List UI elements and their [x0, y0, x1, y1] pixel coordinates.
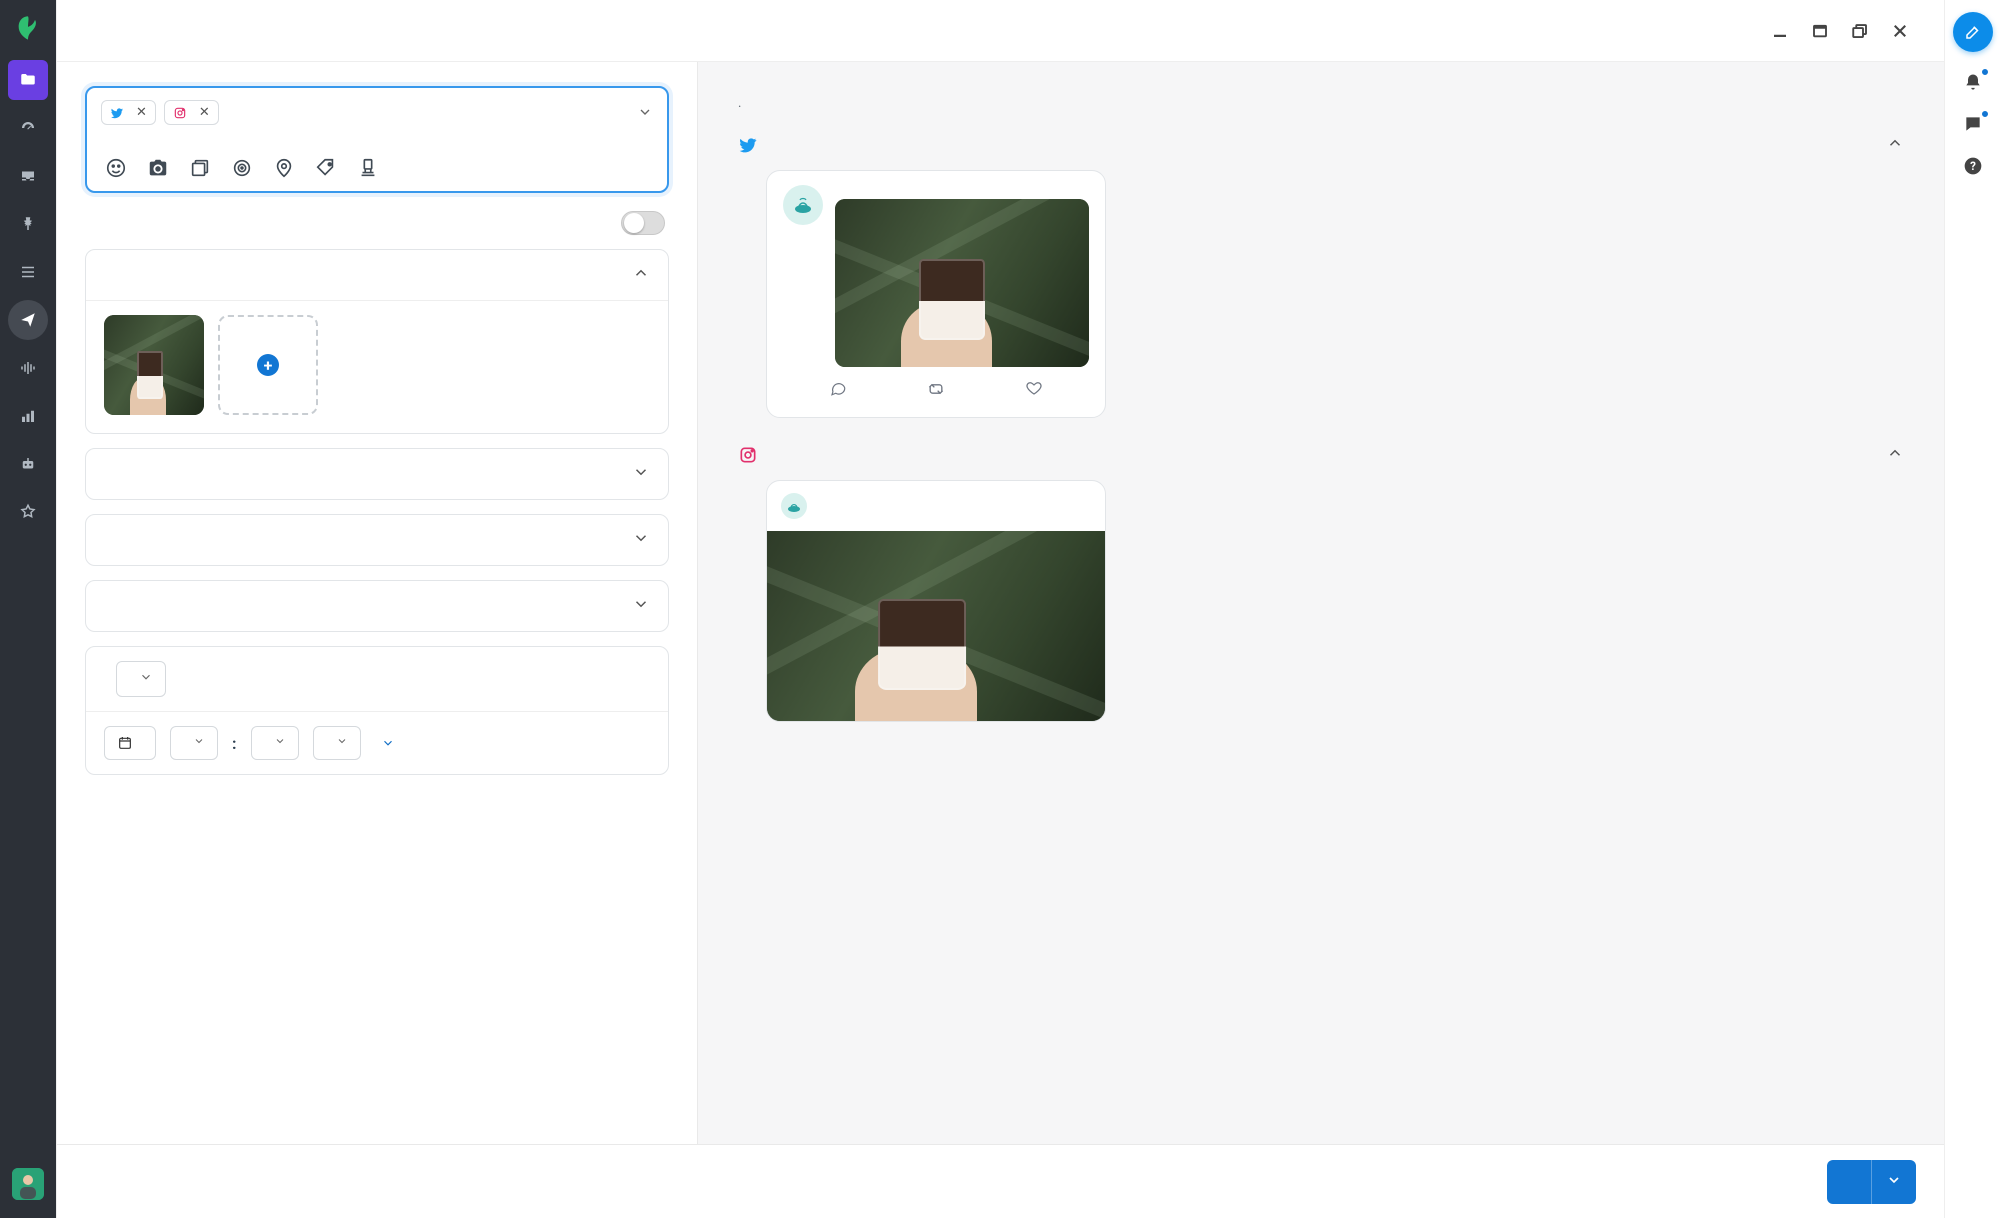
notifications-icon[interactable]: [1961, 70, 1985, 94]
svg-text:?: ?: [1970, 159, 1976, 173]
panel-sprout-tags: [85, 580, 669, 632]
gallery-icon[interactable]: [189, 157, 211, 179]
nav-reviews[interactable]: [8, 492, 48, 532]
instagram-card: [766, 480, 1106, 722]
account-picker-caret-icon[interactable]: [637, 104, 653, 124]
draft-toggle[interactable]: [621, 211, 665, 235]
when-to-post-select[interactable]: [116, 661, 166, 697]
feedback-icon[interactable]: [1961, 112, 1985, 136]
panel-header-attached-images[interactable]: [86, 250, 668, 300]
close-icon[interactable]: [1884, 15, 1916, 47]
schedule-button[interactable]: [1827, 1160, 1871, 1204]
calendar-icon: [117, 735, 133, 751]
feedback-dot: [1981, 110, 1989, 118]
camera-icon[interactable]: [147, 157, 169, 179]
date-picker[interactable]: [104, 726, 156, 760]
tweet-text: [835, 185, 1089, 189]
windows-stack-icon[interactable]: [1844, 15, 1876, 47]
account-chip-twitter[interactable]: ✕: [101, 100, 156, 125]
hour-select[interactable]: [170, 726, 218, 760]
nav-inbox[interactable]: [8, 156, 48, 196]
time-separator: :: [232, 734, 237, 753]
window-icon[interactable]: [1804, 15, 1836, 47]
chevron-down-icon: [381, 736, 395, 750]
panel-attached-images: +: [85, 249, 669, 434]
panel-header-sprout-tags[interactable]: [86, 581, 668, 631]
instagram-avatar: [781, 493, 807, 519]
preview-description: .: [738, 94, 1904, 114]
composer-card: ✕ ✕: [85, 86, 669, 193]
panel-header-instagram-options[interactable]: [86, 449, 668, 499]
compose-fab[interactable]: [1953, 12, 1993, 52]
footer-bar: [57, 1144, 1944, 1218]
retweet-icon[interactable]: [926, 379, 946, 403]
location-icon[interactable]: [273, 157, 295, 179]
remove-instagram-icon[interactable]: ✕: [199, 105, 210, 120]
when-to-post-panel: :: [85, 646, 669, 775]
nav-folder[interactable]: [8, 60, 48, 100]
panel-header-publishing-workflows[interactable]: [86, 515, 668, 565]
instagram-icon: [738, 445, 758, 465]
nav-pin[interactable]: [8, 204, 48, 244]
collapse-twitter-icon[interactable]: [1886, 134, 1904, 156]
instagram-icon: [173, 106, 187, 120]
right-rail: ?: [1944, 0, 2000, 1218]
twitter-icon: [110, 106, 124, 120]
account-chip-instagram[interactable]: ✕: [164, 100, 219, 125]
notification-dot: [1981, 68, 1989, 76]
attached-image-thumb[interactable]: [104, 315, 204, 415]
minimize-icon[interactable]: [1764, 15, 1796, 47]
chevron-down-icon: [193, 735, 205, 751]
chevron-down-icon: [336, 735, 348, 751]
preview-desc-period: .: [738, 96, 741, 111]
chevron-down-icon: [274, 735, 286, 751]
app-logo: [0, 0, 56, 56]
emoji-icon[interactable]: [105, 157, 127, 179]
reply-icon[interactable]: [829, 379, 847, 403]
twitter-icon: [738, 135, 758, 155]
approval-icon[interactable]: [357, 157, 379, 179]
tweet-card: [766, 170, 1106, 418]
nav-feed[interactable]: [8, 252, 48, 292]
nav-listening[interactable]: [8, 348, 48, 388]
tweet-avatar: [783, 185, 823, 225]
help-icon[interactable]: ?: [1961, 154, 1985, 178]
nav-publish[interactable]: [8, 300, 48, 340]
nav-bot[interactable]: [8, 444, 48, 484]
collapse-instagram-icon[interactable]: [1886, 444, 1904, 466]
nav-reports[interactable]: [8, 396, 48, 436]
instagram-image: [767, 531, 1105, 721]
remove-twitter-icon[interactable]: ✕: [136, 105, 147, 120]
target-icon[interactable]: [231, 157, 253, 179]
chevron-down-icon: [139, 670, 153, 688]
use-optimal-times-link[interactable]: [375, 736, 395, 750]
left-nav-rail: [0, 0, 56, 1218]
chevron-down-icon: [632, 463, 650, 485]
chevron-up-icon: [632, 264, 650, 286]
schedule-split-button[interactable]: [1871, 1160, 1916, 1204]
panel-publishing-workflows: [85, 514, 669, 566]
panel-instagram-options: [85, 448, 669, 500]
like-icon[interactable]: [1025, 379, 1043, 403]
add-image-button[interactable]: +: [218, 315, 318, 415]
user-avatar[interactable]: [12, 1168, 44, 1200]
title-bar: [57, 0, 1944, 62]
plus-icon: +: [257, 354, 279, 376]
minute-select[interactable]: [251, 726, 299, 760]
chevron-down-icon: [632, 529, 650, 551]
compose-textarea[interactable]: [101, 125, 653, 149]
chevron-down-icon: [632, 595, 650, 617]
ampm-select[interactable]: [313, 726, 361, 760]
tag-icon[interactable]: [315, 157, 337, 179]
tweet-image: [835, 199, 1089, 367]
nav-dashboard[interactable]: [8, 108, 48, 148]
